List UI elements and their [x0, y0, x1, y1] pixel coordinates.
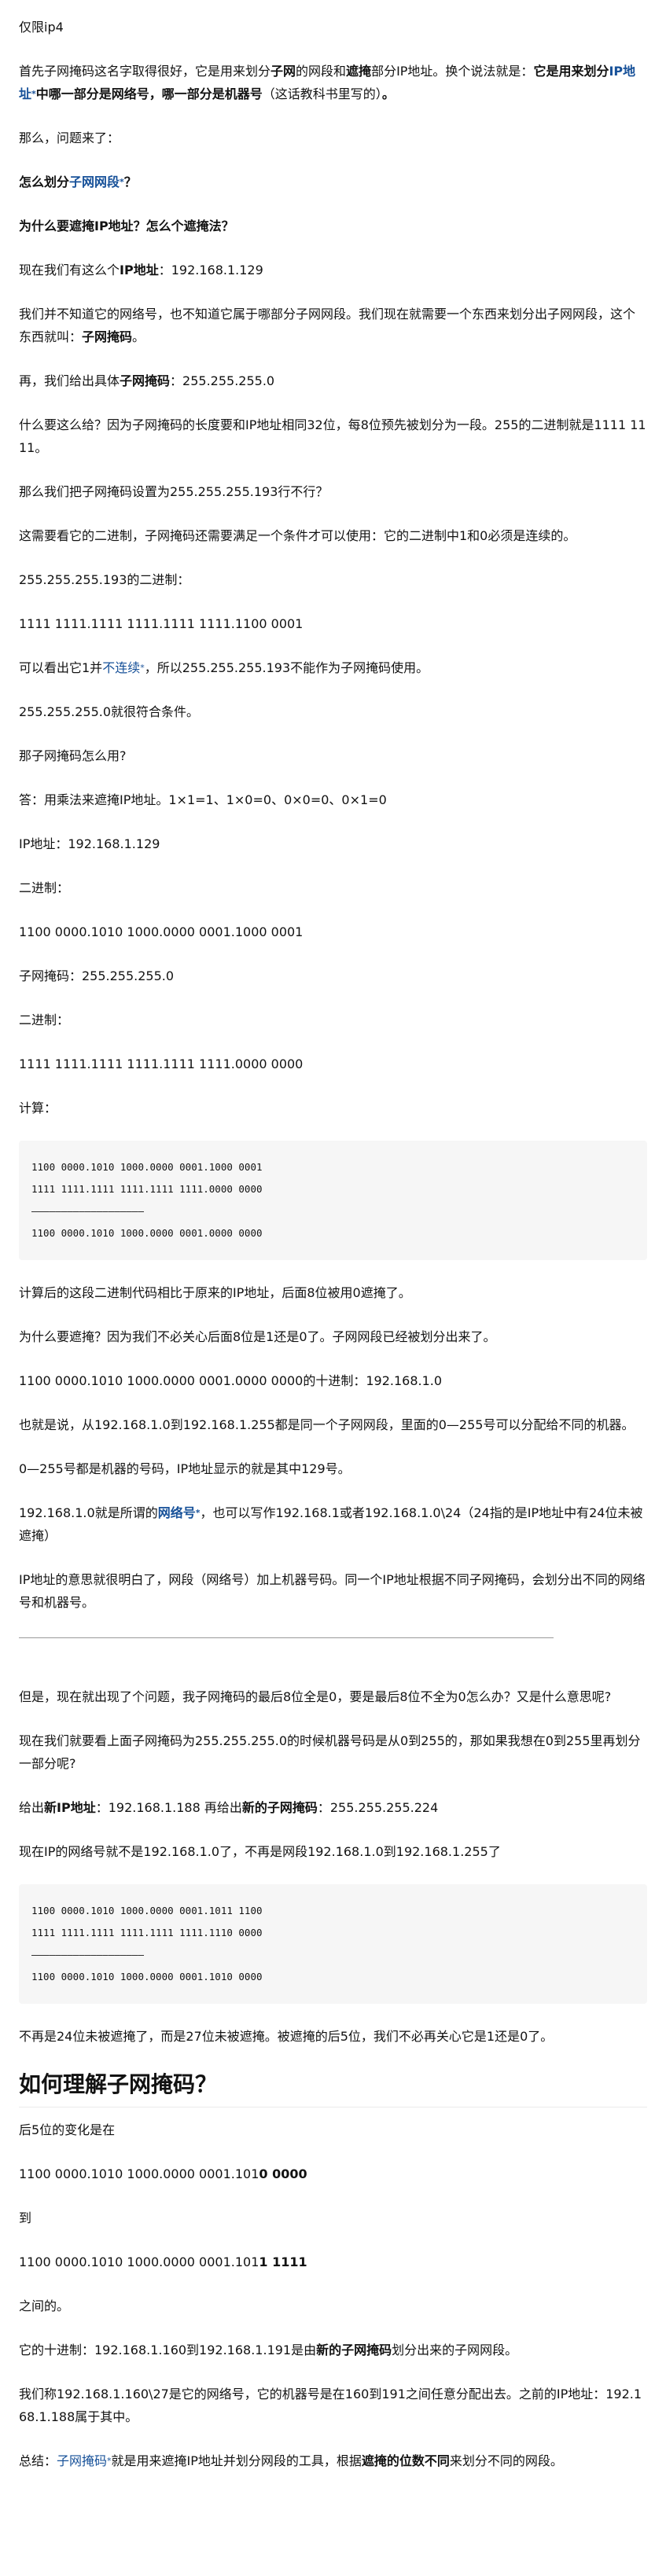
paragraph-why: 什么要这么给？因为子网掩码的长度要和IP地址相同32位，每8位预先被划分为一段。…: [19, 417, 646, 455]
bold-text: 它是用来划分: [533, 64, 609, 79]
paragraph-how-use: 那子网掩码怎么用?: [19, 748, 127, 763]
paragraph-question-intro: 那么，问题来了：: [19, 130, 120, 145]
bold-text: 新的子网掩码: [241, 1800, 318, 1815]
bold-text: 遮掩的位数不同: [361, 2453, 450, 2468]
text: ：255.255.255.224: [317, 1800, 439, 1815]
text: （这话教科书里写的）: [262, 86, 382, 101]
paragraph-27-bits: 不再是24位未被遮掩了，而是27位未被遮掩。被遮掩的后5位，我们不必再关心它是1…: [19, 2029, 554, 2044]
paragraph-definition: 首先子网掩码这名字取得很好，它是用来划分子网的网段和遮掩部分IP地址。换个说法就…: [19, 60, 647, 105]
text: 再，我们给出具体: [19, 373, 120, 388]
text: 它的十进制：192.168.1.160到192.168.1.191是由: [19, 2343, 317, 2357]
bold-text: 0 0000: [259, 2166, 307, 2181]
ip-address-line: IP地址：192.168.1.129: [19, 836, 160, 851]
subnet-segment-link[interactable]: 子网网段: [69, 175, 120, 189]
text: ，所以255.255.255.193不能作为子网掩码使用。: [144, 660, 429, 675]
binary-low: 1100 0000.1010 1000.0000 0001.1010 0000: [19, 2163, 647, 2185]
paragraph-mask-given: 再，我们给出具体子网掩码：255.255.255.0: [19, 369, 647, 392]
bold-text: 新IP地址: [44, 1800, 96, 1815]
not-continuous-link[interactable]: 不连续: [102, 660, 140, 675]
paragraph-between: 之间的。: [19, 2299, 70, 2313]
paragraph-network-changed: 现在IP的网络号就不是192.168.1.0了，不再是网段192.168.1.0…: [19, 1844, 501, 1859]
text: 可以看出它1并: [19, 660, 103, 675]
bold-text: IP地址: [120, 263, 159, 277]
calc-label: 计算：: [19, 1101, 57, 1115]
binary-label: 二进制：: [19, 880, 70, 895]
bold-text: 中哪一部分是网络号，哪一部分是机器号: [35, 86, 263, 101]
text: 划分出来的子网网段。: [392, 2343, 518, 2357]
paragraph-network-27: 我们称192.168.1.160\27是它的网络号，它的机器号是在160到191…: [19, 2387, 642, 2424]
bold-text: ？: [123, 175, 137, 189]
bold-text: 新的子网掩码: [316, 2343, 392, 2357]
text: ：255.255.255.0: [170, 373, 275, 388]
paragraph-ip-example: 现在我们有这么个IP地址：192.168.1.129: [19, 259, 647, 281]
question-1: 怎么划分子网网段*？: [19, 171, 647, 193]
text: 总结：: [19, 2453, 57, 2468]
paragraph-network-no: 192.168.1.0就是所谓的网络号*，也可以写作192.168.1或者192…: [19, 1501, 647, 1547]
section-heading: 如何理解子网掩码？: [19, 2069, 647, 2107]
paragraph-not-continuous: 可以看出它1并不连续*，所以255.255.255.193不能作为子网掩码使用。: [19, 656, 647, 679]
paragraph-problem: 但是，现在就出现了个问题，我子网掩码的最后8位全是0，要是最后8位不全为0怎么办…: [19, 1689, 612, 1704]
bold-text: 子网掩码: [120, 373, 171, 388]
bold-text: 为什么要遮掩IP地址？怎么个遮掩法？: [19, 219, 234, 233]
paragraph-to: 到: [19, 2210, 32, 2225]
question-2: 为什么要遮掩IP地址？怎么个遮掩法？: [19, 215, 647, 237]
text: 部分IP地址。换个说法就是：: [371, 64, 534, 79]
paragraph-new-ip: 给出新IP地址：192.168.1.188 再给出新的子网掩码：255.255.…: [19, 1796, 647, 1819]
text: 给出: [19, 1800, 45, 1815]
paragraph-question-193: 那么我们把子网掩码设置为255.255.255.193行不行？: [19, 484, 329, 499]
binary-ip: 1100 0000.1010 1000.0000 0001.1000 0001: [19, 924, 304, 939]
paragraph-range: 也就是说，从192.168.1.0到192.168.1.255都是同一个子网网段…: [19, 1417, 635, 1432]
paragraph-answer: 答：用乘法来遮掩IP地址。1×1=1、1×0=0、0×0=0、0×1=0: [19, 792, 387, 807]
paragraph-continuous-rule: 这需要看它的二进制，子网掩码还需要满足一个条件才可以使用：它的二进制中1和0必须…: [19, 528, 576, 543]
paragraph-binary-label: 255.255.255.193的二进制：: [19, 572, 190, 587]
text: 1100 0000.1010 1000.0000 0001.101: [19, 2254, 259, 2269]
paragraph-decimal: 1100 0000.1010 1000.0000 0001.0000 0000的…: [19, 1373, 443, 1388]
paragraph-summary: 总结：子网掩码*就是用来遮掩IP地址并划分网段的工具，根据遮掩的位数不同来划分不…: [19, 2449, 647, 2472]
bold-text: 子网掩码: [82, 329, 133, 344]
bold-text: 1 1111: [259, 2254, 307, 2269]
text: 首先子网掩码这名字取得很好，它是用来划分: [19, 64, 271, 79]
text: 就是用来遮掩IP地址并划分网段的工具，根据: [111, 2453, 362, 2468]
bold-text: 子网: [270, 64, 296, 79]
code-block-calc-1: 1100 0000.1010 1000.0000 0001.1000 0001 …: [19, 1141, 647, 1260]
article-body: 仅限ip4 首先子网掩码这名字取得很好，它是用来划分子网的网段和遮掩部分IP地址…: [0, 0, 666, 2472]
intro-note: 仅限ip4: [19, 20, 64, 35]
divider: [19, 1637, 554, 1638]
text: 现在我们有这么个: [19, 263, 120, 277]
text: 来划分不同的网段。: [449, 2453, 563, 2468]
binary-193: 1111 1111.1111 1111.1111 1111.1100 0001: [19, 616, 304, 631]
mask-line: 子网掩码：255.255.255.0: [19, 968, 175, 983]
paragraph-need-mask: 我们并不知道它的网络号，也不知道它属于哪部分子网网段。我们现在就需要一个东西来划…: [19, 303, 647, 348]
text: 。: [132, 329, 145, 344]
network-number-link[interactable]: 网络号: [158, 1505, 196, 1520]
paragraph-range-intro: 后5位的变化是在: [19, 2122, 116, 2137]
code-block-calc-2: 1100 0000.1010 1000.0000 0001.1011 1100 …: [19, 1884, 647, 2004]
bold-text: 。: [381, 86, 395, 101]
paragraph-subdivide: 现在我们就要看上面子网掩码为255.255.255.0的时候机器号码是从0到25…: [19, 1733, 641, 1771]
text: 192.168.1.0就是所谓的: [19, 1505, 158, 1520]
binary-label: 二进制：: [19, 1012, 70, 1027]
bold-text: 怎么划分: [19, 175, 70, 189]
paragraph-after-calc: 计算后的这段二进制代码相比于原来的IP地址，后面8位被用0遮掩了。: [19, 1285, 411, 1300]
paragraph-why-mask: 为什么要遮掩？因为我们不必关心后面8位是1还是0了。子网网段已经被划分出来了。: [19, 1329, 496, 1344]
subnet-mask-link[interactable]: 子网掩码: [57, 2453, 107, 2468]
bold-text: 遮掩: [346, 64, 372, 79]
paragraph-machine-no: 0—255号都是机器的号码，IP地址显示的就是其中129号。: [19, 1461, 351, 1476]
binary-mask: 1111 1111.1111 1111.1111 1111.0000 0000: [19, 1056, 304, 1071]
text: ：192.168.1.188 再给出: [95, 1800, 242, 1815]
binary-high: 1100 0000.1010 1000.0000 0001.1011 1111: [19, 2251, 647, 2273]
paragraph-fits: 255.255.255.0就很符合条件。: [19, 704, 200, 719]
text: 1100 0000.1010 1000.0000 0001.101: [19, 2166, 259, 2181]
text: ：192.168.1.129: [158, 263, 263, 277]
text: 的网段和: [296, 64, 347, 79]
paragraph-decimal-range: 它的十进制：192.168.1.160到192.168.1.191是由新的子网掩…: [19, 2339, 647, 2361]
paragraph-meaning: IP地址的意思就很明白了，网段（网络号）加上机器号码。同一个IP地址根据不同子网…: [19, 1572, 646, 1610]
